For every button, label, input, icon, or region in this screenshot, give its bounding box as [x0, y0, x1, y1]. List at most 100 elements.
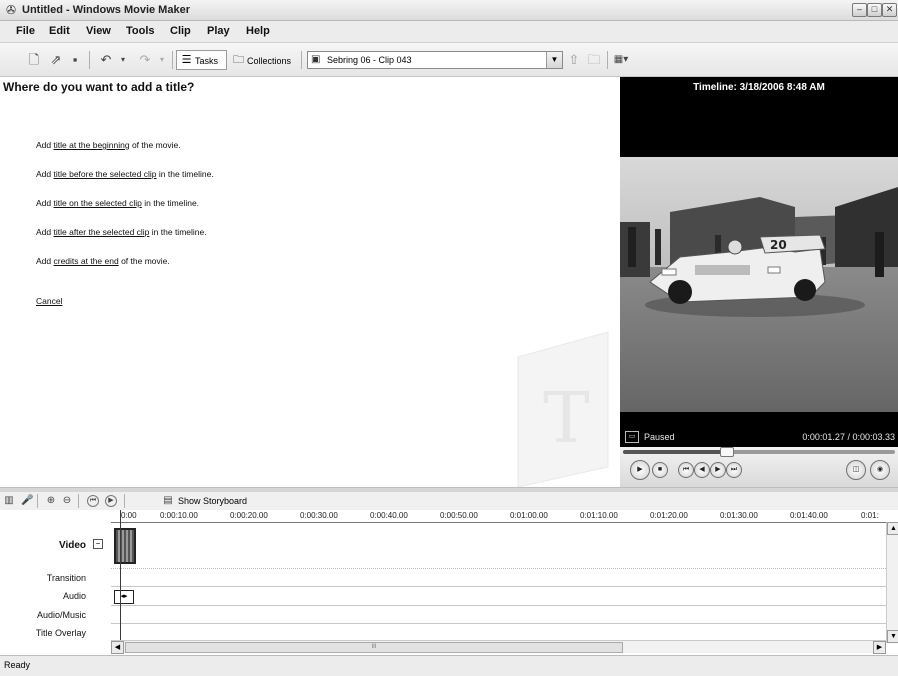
title-before-clip-link[interactable]: title before the selected clip: [54, 169, 157, 179]
open-project-icon[interactable]: ⇗: [48, 52, 64, 68]
previous-frame-button[interactable]: ◀: [694, 462, 710, 478]
ruler-tick: 0:00:20.00: [230, 511, 268, 520]
scroll-down-icon[interactable]: ▼: [887, 630, 898, 643]
audio-track[interactable]: [111, 587, 886, 606]
audio-music-track[interactable]: [111, 606, 886, 624]
toolbar-separator: [172, 51, 173, 69]
menu-view[interactable]: View: [86, 25, 111, 38]
race-car-image: 20: [620, 157, 898, 412]
task-pane: Where do you want to add a title? Add ti…: [0, 77, 619, 487]
toolbar-separator: [607, 51, 608, 69]
save-project-icon[interactable]: ▪: [67, 52, 83, 68]
scroll-right-icon[interactable]: ▶: [873, 641, 886, 654]
toolbar-separator: [124, 494, 125, 508]
undo-icon[interactable]: ↶: [98, 52, 114, 68]
menu-clip[interactable]: Clip: [170, 25, 191, 38]
playback-status: Paused: [644, 432, 675, 442]
track-label-transition: Transition: [46, 573, 86, 583]
storyboard-icon[interactable]: ▤: [162, 495, 174, 507]
credits-at-end-link[interactable]: credits at the end: [54, 256, 119, 266]
timeline-vertical-scrollbar[interactable]: ▲ ▼: [886, 522, 898, 643]
collections-button[interactable]: 🗀 Collections: [228, 50, 296, 70]
rewind-button[interactable]: ⏮: [678, 462, 694, 478]
transition-track[interactable]: [111, 569, 886, 587]
collections-icon: 🗀: [233, 54, 244, 66]
minimize-button[interactable]: –: [852, 3, 867, 17]
window-title: Untitled - Windows Movie Maker: [22, 4, 190, 16]
take-picture-button[interactable]: ◉: [870, 460, 890, 480]
up-level-icon[interactable]: ⇧: [566, 52, 582, 68]
option-title-before: Add title before the selected clip in th…: [36, 169, 214, 180]
zoom-out-icon[interactable]: ⊖: [61, 495, 73, 507]
redo-icon[interactable]: ↷: [137, 52, 153, 68]
collapse-toggle-icon[interactable]: −: [93, 539, 103, 549]
menu-file[interactable]: File: [16, 25, 35, 38]
narrate-timeline-icon[interactable]: 🎤: [21, 495, 33, 507]
audio-clip[interactable]: ◂▸: [114, 590, 134, 604]
scroll-left-icon[interactable]: ◀: [111, 641, 124, 654]
ruler-tick: 0:01:00.00: [510, 511, 548, 520]
chevron-down-icon[interactable]: ▼: [546, 52, 562, 68]
new-folder-icon[interactable]: 🗀: [586, 52, 602, 68]
title-overlay-track[interactable]: [111, 624, 886, 641]
option-prefix: Add: [36, 198, 54, 208]
new-project-icon[interactable]: 🗋: [26, 52, 42, 68]
redo-dropdown-icon[interactable]: ▾: [154, 52, 170, 68]
task-heading: Where do you want to add a title?: [3, 80, 195, 94]
timeline-toolbar: ▥ 🎤 ⊕ ⊖ ⏮ ▶ ▤ Show Storyboard: [0, 492, 898, 510]
ruler-tick: 0:01:: [861, 511, 879, 520]
option-title-beginning: Add title at the beginning of the movie.: [36, 140, 181, 151]
show-storyboard-button[interactable]: Show Storyboard: [178, 495, 247, 507]
maximize-button[interactable]: □: [867, 3, 882, 17]
collection-dropdown[interactable]: ▣ Sebring 06 - Clip 043 ▼: [307, 51, 563, 69]
tasks-icon: ☰: [181, 54, 192, 66]
monitor-toggle-icon[interactable]: ▭: [625, 431, 639, 443]
video-clip[interactable]: [114, 528, 136, 564]
menu-tools[interactable]: Tools: [126, 25, 155, 38]
toolbar-separator: [301, 51, 302, 69]
scroll-up-icon[interactable]: ▲: [887, 522, 898, 535]
title-at-beginning-link[interactable]: title at the beginning: [54, 140, 130, 150]
toolbar-separator: [89, 51, 90, 69]
play-timeline-icon[interactable]: ▶: [105, 495, 117, 507]
menu-help[interactable]: Help: [246, 25, 270, 38]
option-title-on: Add title on the selected clip in the ti…: [36, 198, 199, 209]
preview-monitor: Timeline: 3/18/2006 8:48 AM 20 ▭ Paused …: [620, 77, 898, 487]
cancel-link[interactable]: Cancel: [36, 296, 62, 306]
scroll-thumb[interactable]: III: [125, 642, 623, 653]
menu-play[interactable]: Play: [207, 25, 230, 38]
close-button[interactable]: ✕: [882, 3, 897, 17]
ruler-tick: 0:01:40.00: [790, 511, 828, 520]
rewind-timeline-icon[interactable]: ⏮: [87, 495, 99, 507]
seek-controls: ▶ ■ ⏮ ◀ ▶ ⏭ ◫ ◉: [620, 447, 898, 487]
video-frame: 20: [620, 157, 898, 412]
undo-dropdown-icon[interactable]: ▾: [115, 52, 131, 68]
timeline-horizontal-scrollbar[interactable]: ◀ III ▶: [111, 640, 886, 654]
option-suffix: of the movie.: [118, 256, 170, 266]
views-icon[interactable]: ▦▾: [613, 52, 629, 68]
ruler-tick: 0:00:30.00: [300, 511, 338, 520]
title-after-clip-link[interactable]: title after the selected clip: [54, 227, 150, 237]
split-clip-button[interactable]: ◫: [846, 460, 866, 480]
tasks-button[interactable]: ☰ Tasks: [176, 50, 227, 70]
ruler-tick: 0:00:40.00: [370, 511, 408, 520]
toolbar-separator: [78, 494, 79, 508]
set-audio-levels-icon[interactable]: ▥: [3, 495, 15, 507]
seek-slider-thumb[interactable]: [720, 447, 735, 457]
ruler-tick: 0:00: [121, 511, 137, 520]
video-track[interactable]: [111, 522, 886, 569]
menu-edit[interactable]: Edit: [49, 25, 70, 38]
movie-maker-icon: ✇: [5, 3, 17, 17]
cancel-line: Cancel: [36, 296, 62, 307]
option-credits: Add credits at the end of the movie.: [36, 256, 170, 267]
fast-forward-button[interactable]: ⏭: [726, 462, 742, 478]
next-frame-button[interactable]: ▶: [710, 462, 726, 478]
zoom-in-icon[interactable]: ⊕: [45, 495, 57, 507]
ruler-tick: 0:01:30.00: [720, 511, 758, 520]
ruler-tick: 0:00:10.00: [160, 511, 198, 520]
collections-label: Collections: [247, 56, 292, 66]
stop-button[interactable]: ■: [652, 462, 668, 478]
title-on-clip-link[interactable]: title on the selected clip: [54, 198, 142, 208]
playhead-indicator[interactable]: [120, 510, 121, 650]
play-button[interactable]: ▶: [630, 460, 650, 480]
